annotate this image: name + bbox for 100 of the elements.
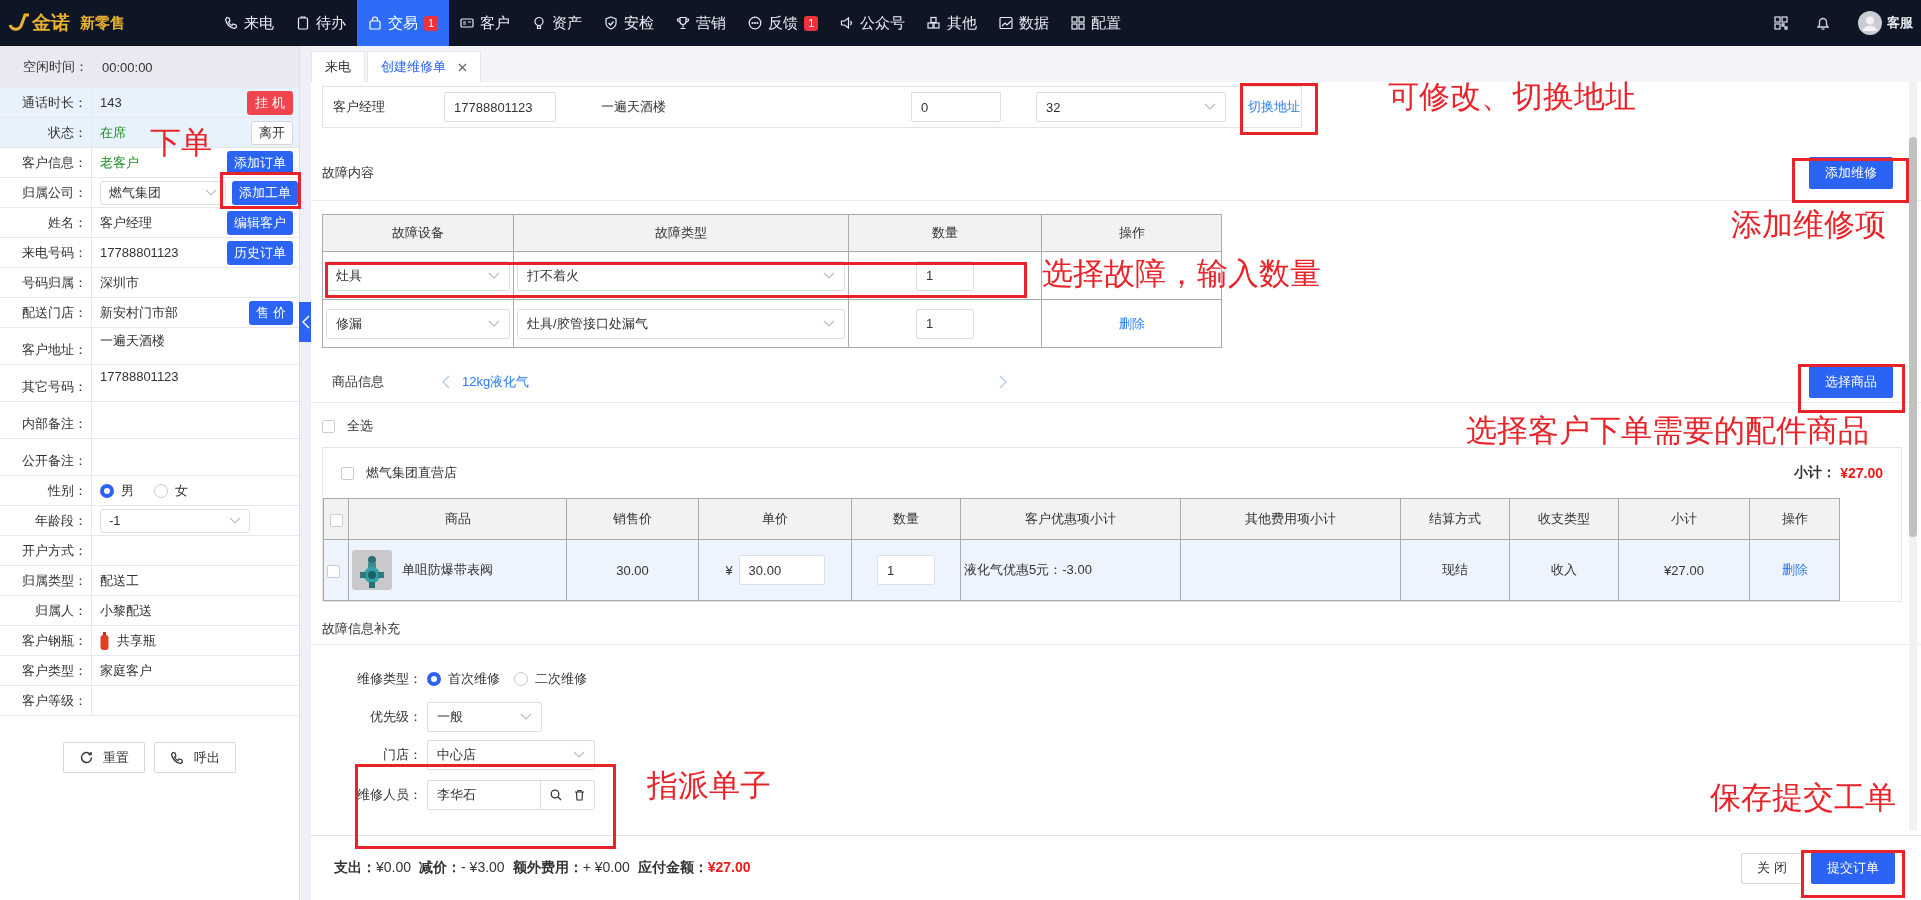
field-value: 143 <box>100 95 122 110</box>
chevron-down-icon <box>823 271 835 280</box>
input-field[interactable]: 0 <box>911 92 1001 122</box>
phone-icon <box>224 16 238 30</box>
nav-tab[interactable]: 营销 <box>665 0 738 46</box>
gas-cylinder-icon <box>100 631 109 650</box>
speaker-icon <box>840 16 855 30</box>
nav-tab[interactable]: 配置 <box>1060 0 1133 46</box>
field-label: 维修人员： <box>356 786 423 804</box>
nav-tab[interactable]: 客户 <box>449 0 522 46</box>
checkbox[interactable] <box>327 564 340 578</box>
field-label: 维修类型： <box>356 670 423 688</box>
section-title: 故障信息补充 <box>322 620 400 638</box>
select-field[interactable]: 32 <box>1036 92 1226 122</box>
product-category-tab[interactable]: 12kg液化气 <box>462 373 530 391</box>
action-button[interactable]: 重置 <box>63 742 145 773</box>
select-field[interactable]: 一般 <box>427 702 542 732</box>
switch-address-link[interactable]: 切换地址 <box>1248 98 1300 116</box>
radio-option[interactable]: 男 <box>100 481 134 500</box>
field-label: 来电号码： <box>22 243 87 262</box>
action-button[interactable]: 编辑客户 <box>227 210 293 235</box>
total-value: + ¥0.00 <box>582 859 630 875</box>
close-button[interactable]: 关 闭 <box>1741 852 1803 884</box>
nav-tab[interactable]: 数据 <box>988 0 1061 46</box>
action-button[interactable]: 售 价 <box>249 300 293 325</box>
trash-icon[interactable] <box>574 789 585 801</box>
field-label: 空闲时间： <box>22 58 89 76</box>
table-cell: ¥27.00 <box>1664 562 1704 578</box>
subtotal-label: 小计： <box>1794 464 1837 482</box>
field-label: 门店： <box>382 746 423 764</box>
unit-price-field[interactable]: 30.00 <box>738 555 825 585</box>
add-repair-button[interactable]: 添加维修 <box>1809 157 1893 189</box>
technician-field[interactable]: 李华石 <box>427 780 595 810</box>
annotation: 下单 <box>150 126 212 161</box>
subtotal-value: ¥27.00 <box>1840 465 1883 481</box>
annotation: 可修改、切换地址 <box>1388 80 1636 115</box>
action-button[interactable]: 添加工单 <box>232 180 298 205</box>
field-label: 姓名： <box>48 213 87 232</box>
checkbox[interactable] <box>329 513 343 527</box>
page-tab[interactable]: 创建维修单 <box>367 51 481 82</box>
field-label: 状态： <box>48 123 87 142</box>
nav-tab[interactable]: 安检 <box>593 0 666 46</box>
annotation: 指派单子 <box>647 769 771 804</box>
column-header: 单价 <box>698 498 852 540</box>
column-header: 故障设备 <box>322 214 514 252</box>
radio-option[interactable]: 女 <box>154 481 188 500</box>
blocks-icon <box>927 16 942 30</box>
store-checkbox[interactable]: 燃气集团直营店 <box>341 464 457 482</box>
count-badge: 1 <box>424 15 439 31</box>
select-field[interactable]: 修漏 <box>326 308 510 339</box>
delete-link[interactable]: 删除 <box>1118 315 1145 331</box>
shield-icon <box>604 16 619 30</box>
nav-tab[interactable]: 资产 <box>521 0 594 46</box>
radio-option[interactable]: 二次维修 <box>514 670 587 688</box>
scrollbar[interactable] <box>1909 82 1917 831</box>
quantity-field[interactable]: 1 <box>877 555 935 585</box>
action-button[interactable]: 添加订单 <box>227 150 293 175</box>
bulb-icon <box>532 16 547 30</box>
logo-icon <box>8 13 30 33</box>
column-header: 收支类型 <box>1509 498 1619 540</box>
quantity-field[interactable]: 1 <box>916 308 974 339</box>
bell-icon[interactable] <box>1816 15 1830 31</box>
nav-tab[interactable]: 公众号 <box>829 0 917 46</box>
nav-tab[interactable]: 其他 <box>916 0 989 46</box>
radio-option[interactable]: 首次维修 <box>427 670 500 688</box>
action-button[interactable]: 呼出 <box>154 742 236 773</box>
chevron-down-icon <box>520 713 532 721</box>
nav-tab[interactable]: 待办 <box>285 0 357 46</box>
annotation: 保存提交工单 <box>1710 781 1896 816</box>
select-field[interactable]: 燃气集团 <box>100 180 226 205</box>
table-cell: 液化气优惠5元：-3.00 <box>964 562 1092 577</box>
select-all-checkbox[interactable]: 全选 <box>322 407 373 445</box>
field-label: 配送门店： <box>22 303 87 322</box>
field-value: 家庭客户 <box>100 661 152 680</box>
phone-field[interactable]: 17788801123 <box>444 92 556 122</box>
chevron-down-icon <box>573 751 585 759</box>
nav-tab[interactable]: 来电 <box>213 0 285 46</box>
search-icon[interactable] <box>550 789 562 801</box>
select-field[interactable]: 灶具/胶管接口处漏气 <box>517 308 845 339</box>
chevron-down-icon <box>488 271 500 280</box>
nav-tab[interactable]: 交易 1 <box>357 0 450 46</box>
field-value: 老客户 <box>100 153 139 172</box>
action-button[interactable]: 离开 <box>251 120 293 145</box>
action-button[interactable]: 历史订单 <box>227 240 293 265</box>
select-products-button[interactable]: 选择商品 <box>1809 366 1893 398</box>
user-name[interactable]: 客服 <box>1887 14 1913 32</box>
select-field[interactable]: -1 <box>100 508 250 533</box>
chevron-down-icon <box>205 188 217 197</box>
close-icon[interactable] <box>458 62 467 72</box>
qr-code-icon[interactable] <box>1774 16 1788 30</box>
delete-link[interactable]: 删除 <box>1781 562 1808 577</box>
field-label: 年龄段： <box>35 511 87 530</box>
column-header: 结算方式 <box>1400 498 1510 540</box>
section-title: 商品信息 <box>332 373 385 391</box>
nav-tab[interactable]: 反馈 1 <box>737 0 830 46</box>
chevron-down-icon <box>823 319 835 328</box>
submit-order-button[interactable]: 提交订单 <box>1811 852 1895 884</box>
action-button[interactable]: 挂 机 <box>247 90 293 115</box>
avatar-icon[interactable] <box>1858 11 1882 35</box>
page-tab[interactable]: 来电 <box>311 51 365 82</box>
